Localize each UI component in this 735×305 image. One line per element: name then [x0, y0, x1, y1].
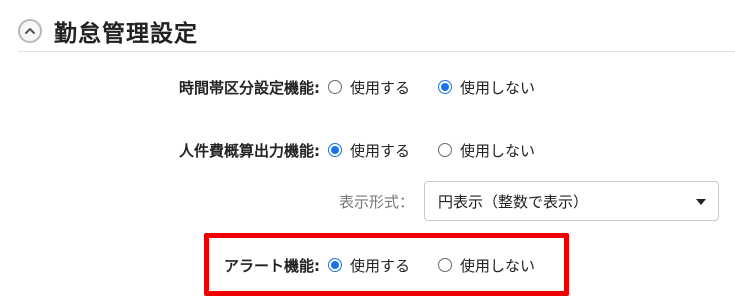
chevron-up-icon[interactable]: [18, 19, 42, 43]
display-format-row: 表示形式： 円表示（整数で表示）: [0, 181, 735, 221]
time-zone-setting-row: 時間帯区分設定機能: 使用する 使用しない: [0, 74, 735, 100]
display-format-label: 表示形式：: [338, 192, 414, 211]
header-divider: [18, 51, 735, 52]
time-zone-use-label: 使用する: [350, 78, 411, 97]
labor-cost-use-option[interactable]: 使用する: [328, 140, 410, 161]
labor-cost-not-use-option[interactable]: 使用しない: [438, 140, 535, 161]
labor-cost-output-row: 人件費概算出力機能: 使用する 使用しない: [0, 137, 735, 163]
display-format-select[interactable]: 円表示（整数で表示）: [424, 181, 719, 221]
display-format-selected-value: 円表示（整数で表示）: [438, 192, 589, 211]
labor-cost-use-radio[interactable]: [328, 143, 342, 157]
highlight-box: [204, 233, 569, 296]
time-zone-not-use-option[interactable]: 使用しない: [438, 77, 535, 98]
time-zone-setting-label: 時間帯区分設定機能:: [179, 78, 320, 97]
time-zone-not-use-radio[interactable]: [438, 80, 453, 94]
labor-cost-output-options: 使用する 使用しない: [328, 137, 535, 163]
time-zone-use-radio[interactable]: [328, 80, 342, 94]
time-zone-not-use-label: 使用しない: [460, 78, 536, 97]
labor-cost-not-use-radio[interactable]: [438, 143, 453, 157]
section-title: 勤怠管理設定: [54, 21, 198, 47]
labor-cost-not-use-label: 使用しない: [460, 141, 536, 160]
time-zone-setting-options: 使用する 使用しない: [328, 74, 535, 100]
labor-cost-use-label: 使用する: [350, 141, 411, 160]
attendance-settings-page: 勤怠管理設定 時間帯区分設定機能: 使用する 使用しない 人件費概算出力機能: …: [0, 0, 735, 305]
labor-cost-output-label: 人件費概算出力機能:: [179, 141, 320, 160]
dropdown-arrow-icon: [696, 199, 706, 205]
time-zone-use-option[interactable]: 使用する: [328, 77, 410, 98]
section-header[interactable]: 勤怠管理設定: [18, 14, 198, 48]
